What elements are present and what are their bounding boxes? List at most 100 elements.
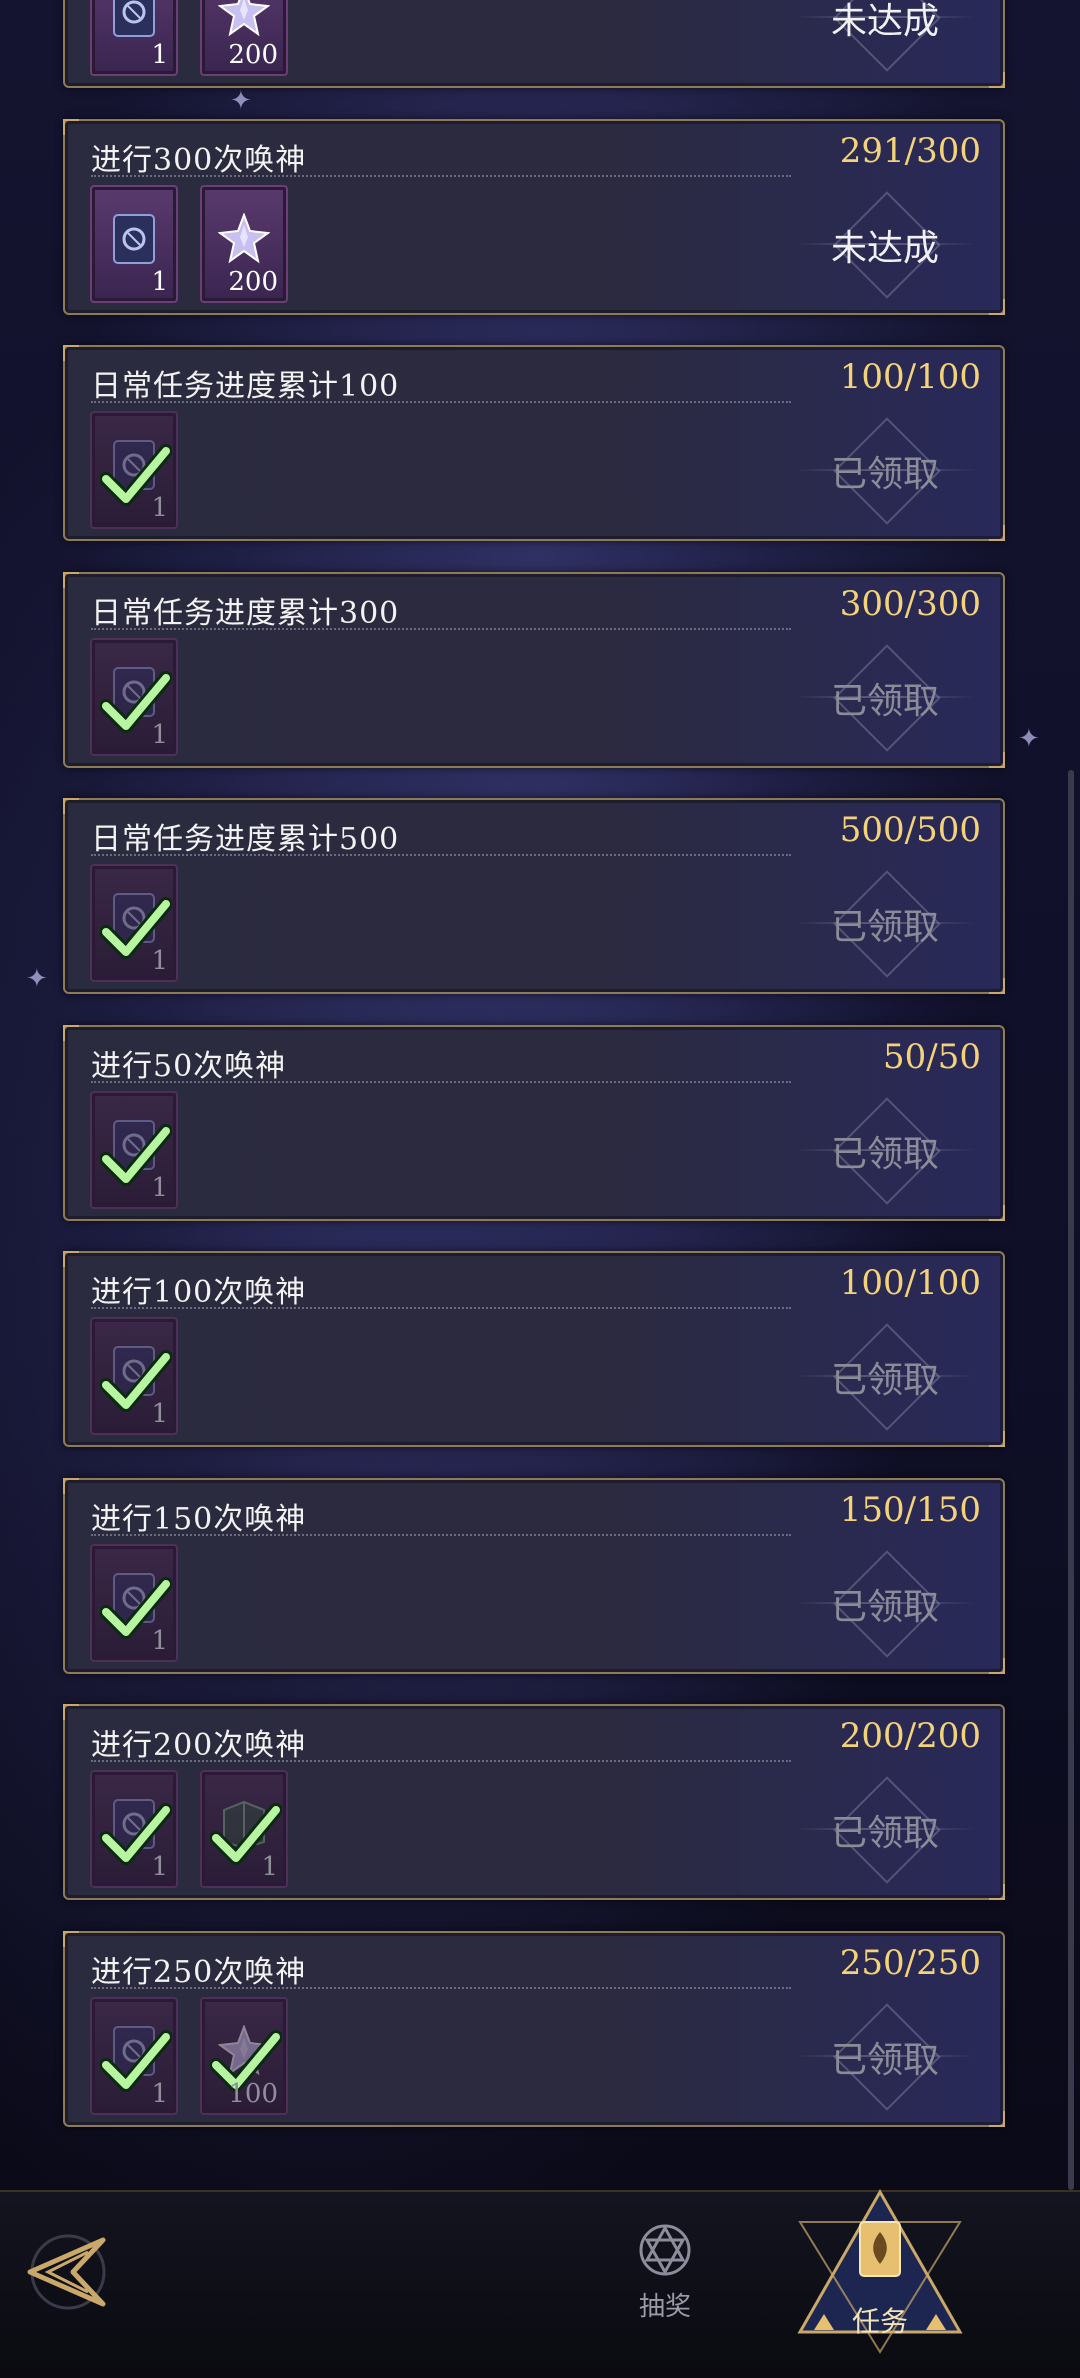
task-status-button[interactable]: 已领取 — [795, 1544, 975, 1662]
reward-list: 1 200 — [90, 0, 288, 76]
reward-list: 1 — [90, 411, 178, 529]
reward-count: 1 — [151, 1625, 168, 1656]
divider — [91, 1080, 791, 1083]
back-arrow-icon — [27, 2234, 106, 2310]
divider — [91, 1533, 791, 1536]
task-progress: 100/100 — [839, 357, 981, 397]
reward-list: 1 — [90, 1543, 178, 1662]
task-card: 进行150次唤神 150/150 1 已领取 — [63, 1477, 1005, 1674]
reward-item[interactable]: 1 — [200, 1770, 288, 1888]
task-card: 进行250次唤神 250/250 1 100 已领取 — [63, 1930, 1005, 2127]
task-status-button[interactable]: 已领取 — [795, 864, 975, 982]
divider — [91, 627, 791, 630]
task-title: 进行250次唤神 — [91, 1954, 307, 1990]
task-progress: 50/50 — [883, 1036, 981, 1077]
star-crystal-icon — [217, 211, 271, 265]
draw-star-icon — [639, 2224, 691, 2276]
task-status-button[interactable]: 已领取 — [795, 1770, 975, 1888]
divider — [91, 1760, 791, 1762]
reward-item[interactable]: 100 — [200, 1996, 288, 2115]
reward-item[interactable]: 1 — [90, 1543, 178, 1662]
tab-draw[interactable]: 抽奖 — [620, 2220, 710, 2340]
task-status-label: 已领取 — [830, 1813, 939, 1854]
reward-list: 1 — [90, 1317, 178, 1435]
sparkle-icon: ✦ — [26, 964, 48, 994]
task-card: 进行300次唤神 291/300 1 200 未达成 — [63, 118, 1005, 315]
task-card: 1 200 未达成 — [63, 0, 1005, 88]
tab-task[interactable]: 任务 — [780, 2182, 980, 2362]
task-progress: 300/300 — [839, 583, 981, 624]
reward-item[interactable]: 1 — [90, 411, 178, 529]
reward-item[interactable]: 200 — [200, 0, 288, 76]
reward-count: 1 — [151, 1172, 168, 1203]
reward-item[interactable]: 1 — [90, 1770, 178, 1888]
reward-item[interactable]: 1 — [90, 1996, 178, 2115]
task-status-button[interactable]: 已领取 — [795, 1091, 975, 1209]
task-status-label: 已领取 — [830, 2039, 939, 2081]
reward-item[interactable]: 1 — [90, 864, 178, 982]
task-status-label: 未达成 — [830, 227, 939, 269]
task-status-label: 已领取 — [830, 907, 939, 948]
divider — [91, 854, 791, 856]
tab-draw-label: 抽奖 — [638, 2292, 691, 2322]
reward-count: 100 — [228, 2078, 278, 2109]
task-status-button[interactable]: 未达成 — [795, 185, 975, 303]
task-status-label: 已领取 — [830, 454, 939, 495]
task-status-button[interactable]: 已领取 — [795, 1997, 975, 2115]
task-card: 进行200次唤神 200/200 1 1 已领取 — [63, 1704, 1005, 1900]
task-status-button[interactable]: 未达成 — [795, 0, 975, 76]
task-title: 日常任务进度累计300 — [91, 595, 400, 631]
task-title: 进行300次唤神 — [91, 142, 307, 178]
task-card: 日常任务进度累计300 300/300 1 已领取 — [63, 571, 1005, 768]
scrollbar[interactable] — [1068, 770, 1074, 2190]
task-card: 进行100次唤神 100/100 1 已领取 — [63, 1251, 1005, 1447]
divider — [91, 1307, 791, 1309]
divider — [91, 1986, 791, 1989]
reward-count: 1 — [151, 266, 168, 297]
task-progress: 500/500 — [839, 810, 981, 850]
task-card: 日常任务进度累计100 100/100 1 已领取 — [63, 345, 1005, 541]
back-button[interactable] — [18, 2222, 118, 2322]
task-status-button[interactable]: 已领取 — [795, 1317, 975, 1435]
divider — [91, 401, 791, 403]
reward-count: 200 — [228, 266, 278, 297]
task-title: 进行150次唤神 — [91, 1501, 307, 1537]
task-progress: 100/100 — [839, 1263, 981, 1303]
reward-count: 1 — [151, 493, 168, 523]
reward-item[interactable]: 1 — [90, 0, 178, 76]
star-crystal-icon — [217, 0, 271, 38]
task-title: 进行100次唤神 — [91, 1275, 307, 1310]
task-title: 进行50次唤神 — [91, 1048, 287, 1084]
task-status-button[interactable]: 已领取 — [795, 638, 975, 756]
reward-count: 200 — [228, 40, 278, 70]
task-status-label: 已领取 — [830, 1586, 939, 1628]
sparkle-icon: ✦ — [230, 86, 252, 116]
reward-item[interactable]: 1 — [90, 184, 178, 303]
task-title: 日常任务进度累计500 — [91, 822, 400, 857]
task-status-label: 未达成 — [830, 1, 939, 42]
task-status-button[interactable]: 已领取 — [795, 411, 975, 529]
reward-item[interactable]: 1 — [90, 1317, 178, 1435]
reward-count: 1 — [151, 946, 168, 976]
tab-task-label: 任务 — [851, 2305, 908, 2338]
task-title: 日常任务进度累计100 — [91, 369, 400, 404]
task-status-label: 已领取 — [830, 1360, 939, 1401]
card-icon — [108, 0, 160, 38]
reward-list: 1 200 — [90, 184, 288, 303]
reward-list: 1 — [90, 637, 178, 756]
sparkle-icon: ✦ — [1018, 724, 1040, 754]
task-progress: 250/250 — [839, 1942, 981, 1983]
reward-list: 1 — [90, 1090, 178, 1209]
reward-count: 1 — [151, 40, 168, 70]
task-card: 进行50次唤神 50/50 1 已领取 — [63, 1024, 1005, 1221]
reward-item[interactable]: 200 — [200, 184, 288, 303]
task-progress: 150/150 — [839, 1489, 981, 1530]
reward-item[interactable]: 1 — [90, 637, 178, 756]
divider — [91, 174, 791, 177]
task-status-label: 已领取 — [830, 1133, 939, 1175]
reward-item[interactable]: 1 — [90, 1090, 178, 1209]
task-status-label: 已领取 — [830, 680, 939, 722]
reward-count: 1 — [151, 1399, 168, 1429]
reward-count: 1 — [151, 719, 168, 750]
reward-count: 1 — [261, 1852, 278, 1882]
